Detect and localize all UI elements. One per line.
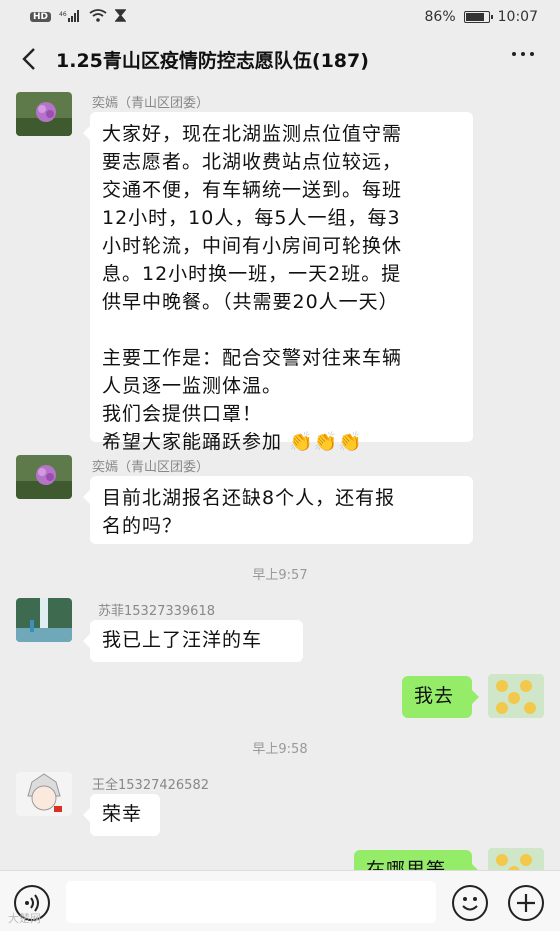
waterfall-avatar[interactable]: [16, 598, 72, 642]
message-bubble[interactable]: 大家好，现在北湖监测点位值守需 要志愿者。北湖收费站点位较远， 交通不便，有车辆…: [83, 112, 473, 453]
sender-name: 王全15327426582: [92, 778, 209, 793]
message-text: 荣幸: [102, 803, 143, 825]
wifi-icon: [89, 9, 107, 25]
clock: 10:07: [497, 9, 538, 25]
chat-title: 1.25青山区疫情防控志愿队伍(187): [56, 50, 369, 72]
sender-name: 奕嫣（青山区团委）: [92, 96, 210, 111]
status-icons: HD 46: [30, 9, 127, 25]
clap-icon: 👏: [289, 431, 314, 453]
flower-avatar[interactable]: [16, 92, 72, 136]
battery-icon: [463, 11, 493, 23]
message-bubble[interactable]: 荣幸: [83, 794, 160, 836]
emoji-icon[interactable]: [452, 885, 488, 921]
battery-fill: [465, 13, 484, 21]
sender-name: 奕嫣（青山区团委）: [92, 460, 210, 475]
message-bubble[interactable]: 目前北湖报名还缺8个人，还有报 名的吗？: [83, 476, 473, 544]
more-options-icon[interactable]: [512, 52, 534, 56]
battery-percent: 86%: [424, 9, 456, 25]
anime-avatar[interactable]: [16, 772, 72, 816]
my-message-bubble[interactable]: 我去: [402, 676, 479, 718]
plus-icon[interactable]: [508, 885, 544, 921]
message-text: 目前北湖报名还缺8个人，还有报 名的吗？: [102, 487, 396, 537]
message-input[interactable]: [66, 881, 436, 923]
watermark: 大楚网: [8, 912, 41, 925]
message-text: 我去: [414, 685, 455, 707]
chat-input-bar: [0, 870, 560, 931]
timestamp: 早上9:58: [252, 742, 308, 757]
hd-icon: HD: [30, 12, 52, 22]
timestamp: 早上9:57: [252, 568, 308, 583]
flower-avatar[interactable]: [16, 455, 72, 499]
clap-icon: 👏: [313, 431, 339, 453]
clap-icon: 👏: [338, 431, 364, 453]
status-bar: HD 46 86% 10:07: [0, 0, 560, 34]
hourglass-icon: [114, 9, 127, 25]
network-label: 46: [59, 11, 67, 18]
message-text: 大家好，现在北湖监测点位值守需 要志愿者。北湖收费站点位较远， 交通不便，有车辆…: [102, 123, 403, 453]
message-text: 我已上了汪洋的车: [102, 629, 263, 651]
chicks-avatar[interactable]: [488, 674, 544, 718]
status-right: 86% 10:07: [425, 9, 538, 25]
back-arrow-icon[interactable]: [18, 46, 42, 72]
message-bubble[interactable]: 我已上了汪洋的车: [83, 620, 303, 662]
sender-name: 苏菲15327339618: [98, 604, 215, 619]
signal-icon: 46: [59, 9, 81, 25]
chat-header: 1.25青山区疫情防控志愿队伍(187): [0, 34, 560, 84]
